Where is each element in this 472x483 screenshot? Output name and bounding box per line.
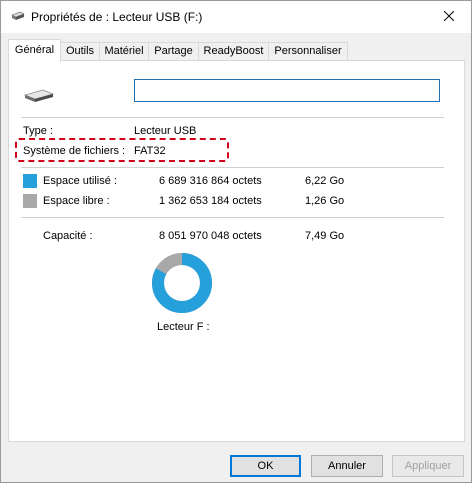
separator [21, 117, 444, 118]
used-space-swatch [23, 174, 37, 188]
ok-button[interactable]: OK [230, 455, 301, 477]
used-space-label: Espace utilisé : [43, 175, 117, 187]
tab-partage[interactable]: Partage [148, 42, 199, 61]
usb-drive-icon [11, 11, 25, 20]
type-label: Type : [23, 125, 53, 137]
free-space-size: 1,26 Go [305, 195, 345, 207]
tab-outils[interactable]: Outils [60, 42, 100, 61]
free-space-swatch [23, 194, 37, 208]
used-space-bytes: 6 689 316 864 octets [159, 175, 262, 187]
title-bar: Propriétés de : Lecteur USB (F:) [1, 1, 471, 33]
free-space-bytes: 1 362 653 184 octets [159, 195, 262, 207]
usb-drive-icon [24, 89, 54, 102]
window-title: Propriétés de : Lecteur USB (F:) [31, 10, 203, 24]
tab-general[interactable]: Général [8, 39, 61, 62]
used-space-size: 6,22 Go [305, 175, 345, 187]
close-icon [443, 11, 454, 21]
tab-readyboost[interactable]: ReadyBoost [198, 42, 269, 61]
capacity-bytes: 8 051 970 048 octets [159, 230, 262, 242]
drive-letter-label: Lecteur F : [157, 321, 210, 333]
apply-button[interactable]: Appliquer [392, 455, 464, 477]
tab-personnaliser[interactable]: Personnaliser [268, 42, 348, 61]
capacity-label: Capacité : [43, 230, 93, 242]
close-button[interactable] [426, 1, 471, 31]
volume-name-input[interactable] [134, 79, 440, 102]
type-value: Lecteur USB [134, 125, 197, 137]
properties-dialog: Propriétés de : Lecteur USB (F:) Général… [0, 0, 472, 483]
annotation-highlight [15, 138, 229, 162]
free-space-label: Espace libre : [43, 195, 110, 207]
cancel-button[interactable]: Annuler [311, 455, 383, 477]
separator [21, 167, 444, 168]
capacity-size: 7,49 Go [305, 230, 345, 242]
tab-materiel[interactable]: Matériel [99, 42, 149, 61]
capacity-donut-chart [152, 253, 212, 313]
separator [21, 217, 444, 218]
